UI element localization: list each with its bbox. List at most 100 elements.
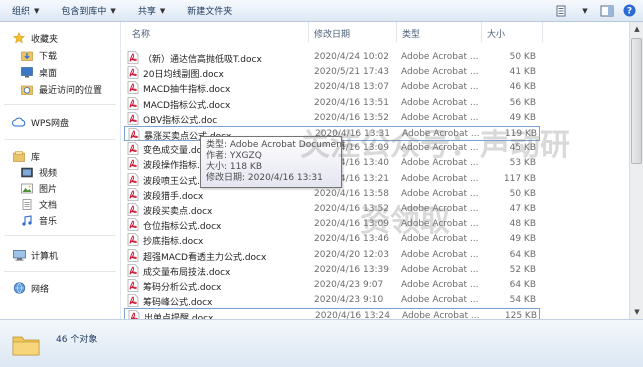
file-name: 波段猎手.docx [143, 191, 204, 202]
column-divider[interactable] [396, 22, 397, 42]
nav-downloads[interactable]: 下载 [20, 48, 57, 62]
chevron-down-icon: ▼ [110, 6, 116, 15]
file-row[interactable]: MACD指标公式.docx 2020/4/16 13:51 Adobe Acroba… [124, 96, 540, 111]
organize-menu-button[interactable]: 组织 ▼ [6, 2, 45, 20]
nav-recent-places-label: 最近访问的位置 [39, 85, 103, 96]
pictures-icon [20, 182, 34, 194]
pdf-file-icon [127, 172, 139, 186]
include-in-library-button[interactable]: 包含到库中 ▼ [55, 2, 121, 20]
preview-pane-button[interactable] [599, 3, 615, 18]
file-name: 波段买卖点.docx [143, 207, 213, 217]
file-row[interactable]: 波段猎手.docx 2020/4/16 13:58 Adobe Acrobat ..… [124, 187, 540, 202]
file-type: Adobe Acrobat ... [401, 97, 479, 108]
file-size: 56 KB [509, 97, 536, 108]
view-options-arrow[interactable]: ▼ [577, 3, 593, 18]
navigation-pane: 收藏夹 下载 桌面 最近访问的位置 WPS网盘 库 视频 图片 文档 音乐 计算… [0, 22, 121, 319]
file-size: 49 KB [509, 112, 536, 123]
nav-videos[interactable]: 视频 [20, 165, 57, 179]
file-date: 2020/4/16 13:51 [314, 97, 389, 108]
column-divider[interactable] [308, 22, 309, 42]
pdf-file-icon [128, 310, 140, 319]
chevron-down-icon: ▼ [582, 6, 588, 15]
column-header-name[interactable]: 名称 [132, 27, 150, 40]
vertical-scrollbar[interactable]: ▲ ▼ [629, 22, 643, 319]
new-folder-button[interactable]: 新建文件夹 [181, 2, 238, 20]
network-icon [12, 282, 26, 294]
file-type: Adobe Acrobat ... [401, 234, 479, 245]
share-button[interactable]: 共享 ▼ [132, 2, 171, 20]
nav-network[interactable]: 网络 [12, 281, 49, 295]
nav-network-label: 网络 [31, 284, 50, 295]
file-row[interactable]: 出单点提醒.docx 2020/4/16 13:24 Adobe Acrobat .… [124, 308, 540, 319]
file-size: 50 KB [509, 188, 536, 199]
nav-wps-drive[interactable]: WPS网盘 [12, 115, 69, 129]
file-size: 50 KB [509, 52, 536, 62]
file-row[interactable]: 波段买卖点.docx 2020/4/16 13:52 Adobe Acrobat .… [124, 202, 540, 217]
tooltip-size: 大小: 118 KB [206, 162, 263, 172]
file-name: 抄底指标.docx [143, 237, 204, 248]
pdf-file-icon [127, 96, 139, 110]
column-header-date[interactable]: 修改日期 [314, 27, 350, 40]
documents-icon [20, 198, 34, 210]
nav-wps-drive-label: WPS网盘 [31, 118, 70, 129]
library-icon [12, 150, 26, 162]
nav-computer[interactable]: 计算机 [12, 248, 58, 262]
file-date: 2020/4/16 13:46 [314, 234, 389, 245]
music-icon [20, 214, 34, 226]
pdf-file-icon [127, 218, 139, 231]
pdf-file-icon [127, 279, 139, 292]
file-row[interactable]: 抄底指标.docx 2020/4/16 13:46 Adobe Acrobat ..… [124, 232, 540, 247]
scroll-down-button[interactable]: ▼ [630, 305, 643, 319]
nav-libraries[interactable]: 库 [12, 149, 40, 163]
file-date: 2020/4/18 13:07 [314, 82, 389, 93]
file-date: 2020/4/23 9:10 [314, 295, 384, 306]
file-row[interactable]: 仓位指标公式.docx 2020/4/16 13:09 Adobe Acrobat … [124, 217, 540, 232]
nav-desktop[interactable]: 桌面 [20, 65, 57, 79]
nav-music[interactable]: 音乐 [20, 213, 57, 227]
file-type: Adobe Acrobat ... [401, 143, 479, 154]
nav-documents[interactable]: 文档 [20, 197, 57, 211]
file-row[interactable]: 成交量布局技法.docx 2020/4/16 13:39 Adobe Acrobat… [124, 263, 540, 278]
change-view-button[interactable] [555, 3, 571, 18]
nav-pictures[interactable]: 图片 [20, 181, 57, 195]
scroll-up-button[interactable]: ▲ [630, 22, 643, 36]
file-type: Adobe Acrobat ... [401, 67, 479, 78]
file-row[interactable]: 20日均线副图.docx 2020/5/21 17:43 Adobe Acrobat… [124, 65, 540, 80]
column-header-size[interactable]: 大小 [487, 27, 505, 40]
nav-divider [4, 271, 116, 272]
file-date: 2020/4/16 13:09 [314, 219, 389, 230]
scroll-thumb[interactable] [631, 38, 642, 164]
file-date: 2020/4/16 13:39 [314, 264, 389, 275]
file-size: 48 KB [509, 219, 536, 230]
nav-recent-places[interactable]: 最近访问的位置 [20, 82, 102, 96]
file-row[interactable]: 超强MACD看透主力公式.docx 2020/4/20 12:03 Adobe Ac… [124, 248, 540, 263]
svg-text:?: ? [626, 7, 631, 17]
chevron-down-icon: ▼ [159, 6, 166, 15]
tooltip-author: 作者: YXGZQ [206, 151, 262, 161]
computer-icon [12, 249, 26, 261]
file-row[interactable]: OBV指标公式.doc 2020/4/16 13:52 Adobe Acrobat … [124, 111, 540, 126]
file-row[interactable]: （新）通达信高抛低吸T.docx 2020/4/24 10:02 Adobe Acr… [124, 50, 540, 65]
column-header-type[interactable]: 类型 [402, 27, 420, 40]
column-divider[interactable] [542, 22, 543, 42]
file-row[interactable]: MACD抽牛指标.docx 2020/4/18 13:07 Adobe Acroba… [124, 80, 540, 95]
column-divider[interactable] [481, 22, 482, 42]
file-name: 超强MACD看透主力公式.docx [143, 252, 267, 263]
file-type: Adobe Acrobat ... [401, 249, 479, 260]
nav-favorites[interactable]: 收藏夹 [12, 31, 58, 45]
file-row[interactable]: 筹码分析公式.docx 2020/4/23 9:07 Adobe Acrobat .… [124, 278, 540, 293]
nav-divider [4, 104, 116, 105]
pdf-file-icon [127, 248, 139, 262]
file-type: Adobe Acrobat ... [401, 188, 479, 199]
file-size: 119 KB [504, 129, 537, 139]
desktop-icon [20, 66, 34, 78]
file-name: 20日均线副图.docx [143, 70, 224, 81]
chevron-up-icon: ▲ [634, 25, 640, 33]
file-name: 筹码峰公式.docx [143, 298, 213, 309]
file-name: 成交量布局技法.docx [143, 267, 231, 278]
pdf-file-icon [127, 51, 139, 64]
chevron-down-icon: ▼ [634, 308, 640, 316]
file-row[interactable]: 筹码峰公式.docx 2020/4/23 9:10 Adobe Acrobat ..… [124, 293, 540, 308]
help-button[interactable]: ? [621, 3, 637, 18]
pdf-file-icon [127, 294, 139, 307]
